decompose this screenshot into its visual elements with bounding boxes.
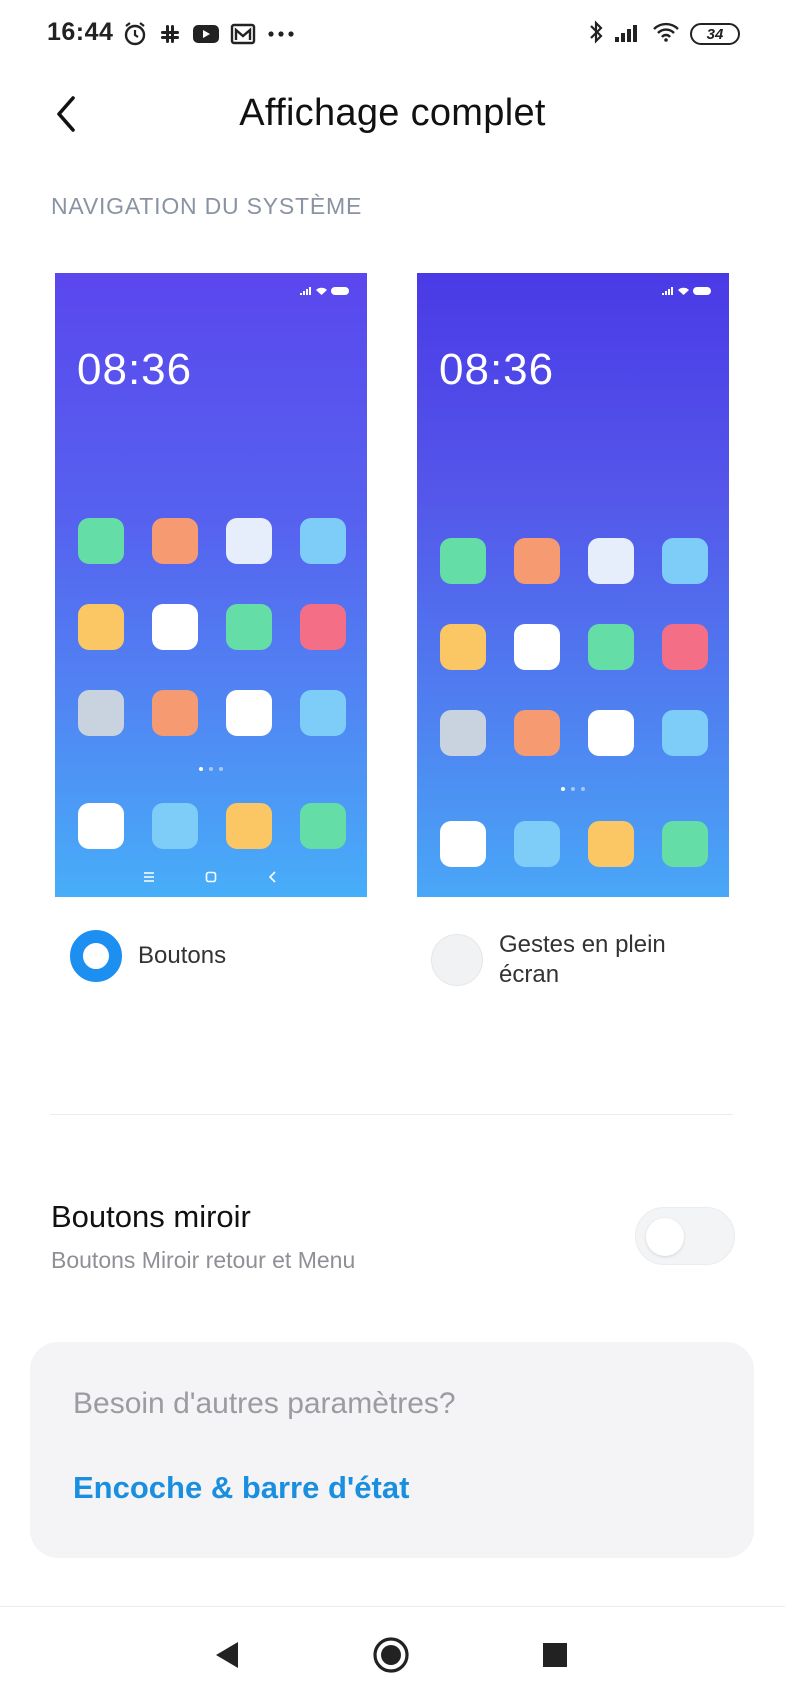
- page-title: Affichage complet: [239, 92, 546, 134]
- home-circle-icon: [373, 1637, 409, 1673]
- app-icon: [300, 604, 346, 650]
- preview-app-grid: [78, 518, 346, 736]
- nav-recents-button[interactable]: [535, 1635, 575, 1675]
- section-label: NAVIGATION DU SYSTÈME: [51, 193, 363, 219]
- app-icon: [662, 710, 708, 756]
- menu-icon: [144, 872, 154, 882]
- app-icon: [588, 538, 634, 584]
- preview-dock: [78, 803, 346, 849]
- setting-subtitle: Boutons Miroir retour et Menu: [51, 1247, 356, 1273]
- alarm-icon: [122, 21, 148, 47]
- page-dots: [55, 767, 367, 771]
- option-buttons[interactable]: Boutons: [70, 930, 226, 982]
- app-icon: [514, 624, 560, 670]
- app-icon: [152, 604, 198, 650]
- app-icon: [78, 518, 124, 564]
- app-icon: [226, 518, 272, 564]
- home-square-icon: [205, 871, 217, 883]
- status-time: 16:44: [47, 18, 114, 46]
- wifi-icon: [652, 21, 680, 48]
- app-icon: [514, 710, 560, 756]
- dock-app-icon: [300, 803, 346, 849]
- signal-icon: [614, 21, 642, 48]
- app-icon: [152, 518, 198, 564]
- mirror-toggle[interactable]: [635, 1207, 735, 1265]
- dock-app-icon: [514, 821, 560, 867]
- option-gestures[interactable]: Gestes en plein écran: [431, 930, 719, 990]
- dock-app-icon: [152, 803, 198, 849]
- radio-gestures[interactable]: [431, 934, 483, 986]
- preview-status-icons: [662, 287, 711, 295]
- app-icon: [226, 604, 272, 650]
- preview-app-grid: [440, 538, 708, 756]
- dock-app-icon: [226, 803, 272, 849]
- mirror-buttons-setting[interactable]: Boutons miroir Boutons Miroir retour et …: [51, 1195, 735, 1285]
- preview-dock: [440, 821, 708, 867]
- app-icon: [78, 690, 124, 736]
- more-icon: [266, 29, 296, 39]
- back-chevron-icon: [268, 871, 276, 883]
- option-buttons-label: Boutons: [138, 942, 227, 969]
- dock-app-icon: [662, 821, 708, 867]
- app-icon: [440, 710, 486, 756]
- preview-status-icons: [300, 287, 349, 295]
- dock-app-icon: [78, 803, 124, 849]
- card-label: Besoin d'autres paramètres?: [73, 1387, 456, 1420]
- app-icon: [440, 624, 486, 670]
- recents-square-icon: [543, 1643, 567, 1667]
- nav-home-button[interactable]: [371, 1635, 411, 1675]
- notch-status-bar-link[interactable]: Encoche & barre d'état: [73, 1470, 409, 1506]
- app-icon: [662, 624, 708, 670]
- preview-nav-buttons: [55, 865, 367, 889]
- app-icon: [588, 624, 634, 670]
- battery-icon: 34: [690, 23, 740, 45]
- app-icon: [440, 538, 486, 584]
- gmail-icon: [230, 23, 256, 45]
- nav-back-button[interactable]: [207, 1635, 247, 1675]
- preview-time: 08:36: [77, 345, 193, 394]
- app-icon: [662, 538, 708, 584]
- option-gestures-label: Gestes en plein écran: [499, 931, 666, 988]
- preview-gestures[interactable]: 08:36: [417, 273, 729, 897]
- divider: [50, 1114, 733, 1115]
- more-settings-card: Besoin d'autres paramètres? Encoche & ba…: [30, 1342, 754, 1558]
- system-icons: 34: [588, 19, 740, 50]
- notification-icons: [122, 20, 296, 48]
- system-nav-bar: [0, 1606, 785, 1700]
- app-icon: [300, 518, 346, 564]
- preview-time: 08:36: [439, 345, 555, 394]
- youtube-icon: [192, 23, 220, 45]
- preview-buttons[interactable]: 08:36: [55, 273, 367, 897]
- back-triangle-icon: [216, 1642, 238, 1668]
- app-icon: [152, 690, 198, 736]
- dock-app-icon: [588, 821, 634, 867]
- status-bar: 16:44 34: [0, 0, 785, 70]
- app-icon: [226, 690, 272, 736]
- bluetooth-icon: [588, 19, 604, 50]
- slack-icon: [158, 22, 182, 46]
- page-dots: [417, 787, 729, 791]
- app-icon: [300, 690, 346, 736]
- dock-app-icon: [440, 821, 486, 867]
- app-icon: [514, 538, 560, 584]
- radio-buttons-selected[interactable]: [70, 930, 122, 982]
- header: Affichage complet: [0, 80, 785, 150]
- app-icon: [588, 710, 634, 756]
- toggle-knob: [646, 1218, 684, 1256]
- setting-title: Boutons miroir: [51, 1199, 251, 1234]
- app-icon: [78, 604, 124, 650]
